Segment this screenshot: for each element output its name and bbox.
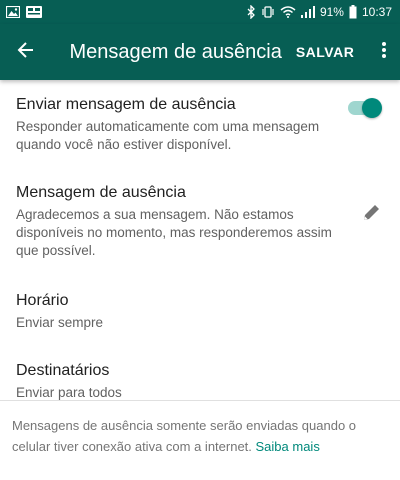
signal-icon	[300, 6, 315, 18]
back-button[interactable]	[0, 24, 51, 80]
arrow-back-icon	[17, 41, 35, 64]
gallery-icon	[6, 6, 20, 18]
edit-message-button[interactable]	[360, 202, 384, 226]
settings-list: Enviar mensagem de ausência Responder au…	[0, 80, 400, 402]
send-away-subtitle: Responder automaticamente com uma mensag…	[16, 119, 320, 152]
away-message-text: Agradecemos a sua mensagem. Não estamos …	[16, 207, 332, 258]
overflow-menu-button[interactable]	[368, 24, 400, 80]
wifi-icon	[280, 6, 296, 18]
recipients-title: Destinatários	[16, 362, 110, 379]
status-time: 10:37	[361, 5, 392, 19]
away-message-setting[interactable]: Mensagem de ausência Agradecemos a sua m…	[0, 182, 400, 260]
footer-divider	[0, 400, 400, 401]
bluetooth-icon	[247, 5, 256, 19]
schedule-setting[interactable]: Horário Enviar sempre	[0, 290, 400, 332]
vibrate-icon	[261, 6, 275, 18]
battery-icon	[349, 5, 357, 19]
send-away-title: Enviar mensagem de ausência	[16, 96, 236, 113]
schedule-value: Enviar sempre	[16, 315, 104, 330]
page-title: Mensagem de ausência	[69, 40, 282, 63]
more-vert-icon	[382, 41, 387, 63]
send-away-setting[interactable]: Enviar mensagem de ausência Responder au…	[0, 80, 400, 154]
app-bar: Mensagem de ausência SALVAR	[0, 24, 400, 80]
pencil-icon	[363, 203, 381, 226]
status-bar-left	[6, 6, 42, 18]
toggle-thumb	[362, 98, 382, 118]
schedule-title: Horário	[16, 292, 69, 309]
send-away-toggle[interactable]	[346, 98, 382, 118]
away-message-title: Mensagem de ausência	[16, 184, 186, 201]
save-button[interactable]: SALVAR	[282, 24, 368, 80]
notification-icon	[26, 6, 42, 18]
learn-more-link[interactable]: Saiba mais	[256, 439, 320, 454]
status-bar-right: 91% 10:37	[247, 5, 392, 19]
footer-note: Mensagens de ausência somente serão envi…	[12, 415, 392, 457]
recipients-setting[interactable]: Destinatários Enviar para todos	[0, 360, 400, 402]
status-bar: 91% 10:37	[0, 0, 400, 24]
battery-percent: 91%	[319, 5, 344, 19]
